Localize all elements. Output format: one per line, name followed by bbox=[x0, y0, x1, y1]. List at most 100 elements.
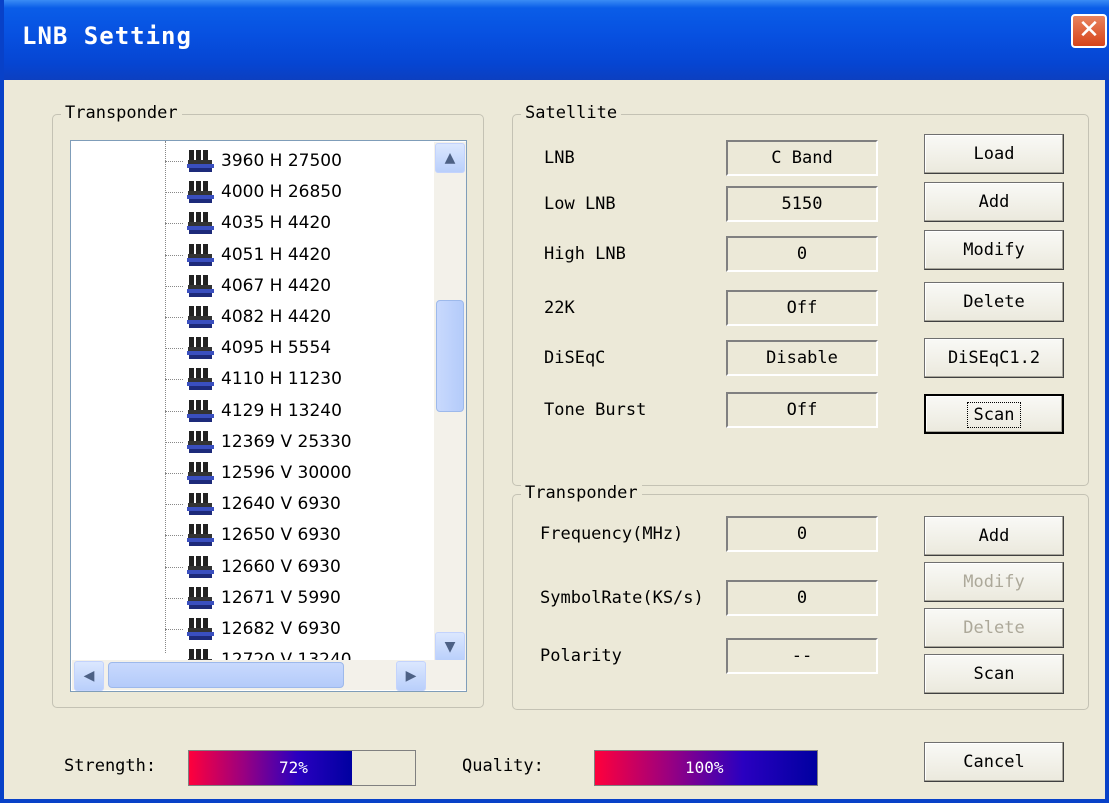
cancel-button[interactable]: Cancel bbox=[924, 742, 1064, 782]
tree-branch-line bbox=[165, 223, 183, 225]
transponder-list-item[interactable]: 4095 H 5554 bbox=[187, 334, 331, 362]
satellite-dish-icon bbox=[187, 462, 214, 484]
high-lnb-value: 0 bbox=[726, 236, 878, 272]
load-button-label: Load bbox=[973, 144, 1015, 164]
polarity-value: -- bbox=[726, 638, 878, 674]
tree-branch-line bbox=[165, 597, 183, 599]
add-satellite-button[interactable]: Add bbox=[924, 182, 1064, 222]
scroll-up-button[interactable]: ▲ bbox=[435, 143, 465, 173]
transponder-item-label: 4082 H 4420 bbox=[221, 307, 332, 327]
transponder-item-label: 12640 V 6930 bbox=[221, 494, 341, 515]
low-lnb-label: Low LNB bbox=[544, 194, 616, 214]
tree-branch-line bbox=[165, 504, 183, 506]
transponder-item-label: 4095 H 5554 bbox=[221, 338, 332, 359]
delete-transponder-button-label: Delete bbox=[963, 618, 1025, 638]
diseqc-value: Disable bbox=[726, 340, 878, 376]
transponder-list-item[interactable]: 4129 H 13240 bbox=[187, 397, 342, 425]
tree-connector-line bbox=[165, 141, 166, 653]
satellite-dish-icon bbox=[187, 274, 214, 297]
transponder-group-title: Transponder bbox=[521, 483, 642, 503]
transponder-list-item[interactable]: 4035 H 4420 bbox=[187, 209, 331, 237]
transponder-list-item[interactable]: 4110 H 11230 bbox=[187, 365, 342, 393]
strength-bar: 72% bbox=[188, 750, 416, 786]
transponder-item-label: 12369 V 25330 bbox=[221, 431, 352, 452]
transponder-list-item[interactable]: 12640 V 6930 bbox=[187, 490, 341, 518]
lnb-label: LNB bbox=[544, 148, 575, 168]
satellite-dish-icon bbox=[187, 150, 214, 172]
scroll-left-button[interactable]: ◀ bbox=[74, 661, 104, 691]
title-bar[interactable]: LNB Setting ✕ bbox=[4, 0, 1109, 80]
add-transponder-button-label: Add bbox=[978, 526, 1010, 546]
scroll-right-button[interactable]: ▶ bbox=[396, 661, 426, 691]
satellite-dish-icon bbox=[187, 399, 214, 422]
transponder-list-item[interactable]: 12650 V 6930 bbox=[187, 521, 341, 549]
quality-value: 100% bbox=[685, 758, 724, 777]
satellite-dish-icon bbox=[187, 243, 214, 266]
symbol-rate-value: 0 bbox=[726, 580, 878, 616]
horizontal-scroll-thumb[interactable] bbox=[108, 662, 344, 688]
satellite-dish-icon bbox=[187, 493, 214, 516]
transponder-list-item[interactable]: 12671 V 5990 bbox=[187, 584, 341, 612]
tree-branch-line bbox=[165, 535, 183, 537]
modify-transponder-button-label: Modify bbox=[963, 572, 1025, 592]
scroll-down-button[interactable]: ▼ bbox=[435, 632, 465, 662]
symbol-rate-label: SymbolRate(KS/s) bbox=[540, 588, 704, 608]
modify-transponder-button[interactable]: Modify bbox=[924, 562, 1064, 602]
transponder-list-item[interactable]: 4067 H 4420 bbox=[187, 272, 331, 300]
lnb-value: C Band bbox=[726, 140, 878, 176]
tree-branch-line bbox=[165, 254, 183, 256]
22k-value: Off bbox=[726, 290, 878, 326]
quality-bar: 100% bbox=[594, 750, 818, 786]
polarity-label: Polarity bbox=[540, 646, 622, 666]
tone-burst-label: Tone Burst bbox=[544, 400, 647, 420]
transponder-list-item[interactable]: 12682 V 6930 bbox=[187, 615, 341, 643]
satellite-dish-icon bbox=[187, 181, 214, 204]
transponder-tree-group-title: Transponder bbox=[61, 103, 182, 123]
scan-satellite-button[interactable]: Scan bbox=[924, 394, 1064, 434]
add-transponder-button[interactable]: Add bbox=[924, 516, 1064, 556]
satellite-dish-icon bbox=[187, 555, 214, 578]
scroll-left-arrow-icon: ◀ bbox=[83, 668, 95, 684]
scroll-right-arrow-icon: ▶ bbox=[405, 668, 417, 684]
transponder-list-item[interactable]: 12369 V 25330 bbox=[187, 428, 352, 456]
transponder-item-label: 4035 H 4420 bbox=[221, 213, 332, 234]
scroll-up-arrow-icon: ▲ bbox=[444, 150, 456, 166]
diseqc12-button-label: DiSEqC1.2 bbox=[947, 348, 1041, 368]
tree-branch-line bbox=[165, 192, 183, 194]
load-button[interactable]: Load bbox=[924, 134, 1064, 174]
tree-branch-line bbox=[165, 473, 183, 474]
satellite-dish-icon bbox=[187, 368, 214, 391]
quality-label: Quality: bbox=[462, 756, 544, 776]
close-button[interactable]: ✕ bbox=[1071, 14, 1107, 48]
transponder-list-item[interactable]: 4082 H 4420 bbox=[187, 303, 331, 331]
transponder-item-label: 12682 V 6930 bbox=[221, 619, 341, 639]
transponder-list-item[interactable]: 3960 H 27500 bbox=[187, 147, 342, 175]
tree-branch-line bbox=[165, 566, 183, 568]
tree-branch-line bbox=[165, 629, 183, 630]
transponder-list-item[interactable]: 12660 V 6930 bbox=[187, 553, 341, 581]
satellite-group-title: Satellite bbox=[521, 103, 622, 123]
transponder-list-item[interactable]: 4051 H 4420 bbox=[187, 241, 331, 269]
diseqc12-button[interactable]: DiSEqC1.2 bbox=[924, 338, 1064, 378]
transponder-list-item[interactable]: 4000 H 26850 bbox=[187, 178, 342, 206]
delete-satellite-button[interactable]: Delete bbox=[924, 282, 1064, 322]
scroll-down-arrow-icon: ▼ bbox=[444, 639, 456, 655]
transponder-item-label: 4051 H 4420 bbox=[221, 244, 332, 265]
add-satellite-button-label: Add bbox=[978, 192, 1010, 212]
delete-transponder-button[interactable]: Delete bbox=[924, 608, 1064, 648]
transponder-item-label: 12671 V 5990 bbox=[221, 587, 341, 608]
transponder-item-label: 3960 H 27500 bbox=[221, 151, 342, 171]
transponder-list-item[interactable]: 12596 V 30000 bbox=[187, 459, 352, 487]
low-lnb-value: 5150 bbox=[726, 186, 878, 222]
modify-satellite-button[interactable]: Modify bbox=[924, 230, 1064, 270]
vertical-scroll-thumb[interactable] bbox=[436, 300, 464, 412]
transponder-item-label: 4129 H 13240 bbox=[221, 400, 342, 421]
transponder-item-label: 12596 V 30000 bbox=[221, 463, 352, 483]
tree-branch-line bbox=[165, 410, 183, 412]
transponder-item-label: 4000 H 26850 bbox=[221, 182, 342, 203]
tree-branch-line bbox=[165, 285, 183, 287]
transponder-tree[interactable]: 3960 H 27500 4000 H 26850 4035 H 4420 4051 … bbox=[70, 140, 467, 692]
satellite-dish-icon bbox=[187, 337, 214, 360]
satellite-dish-icon bbox=[187, 524, 214, 547]
scan-transponder-button[interactable]: Scan bbox=[924, 654, 1064, 694]
